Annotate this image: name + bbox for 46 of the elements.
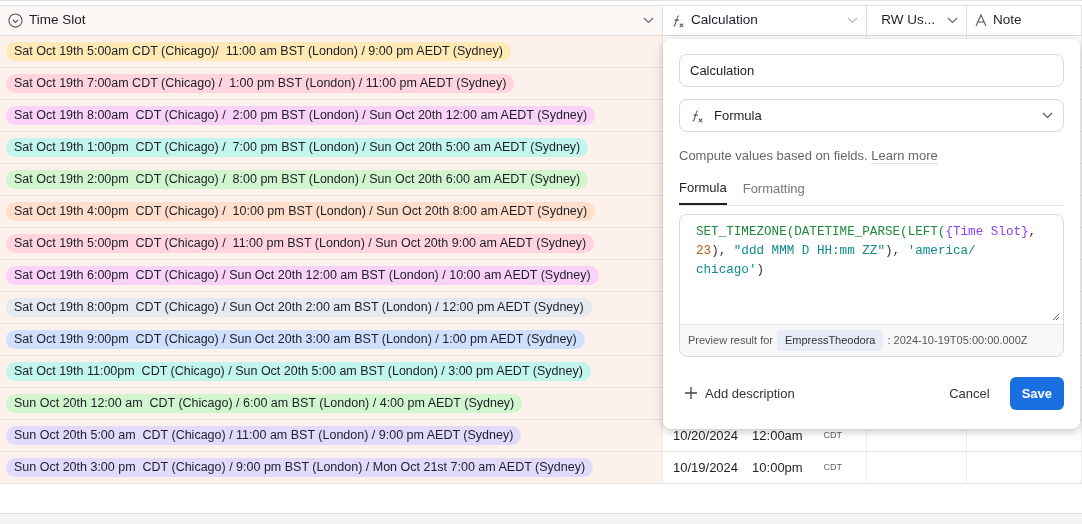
learn-more-link[interactable]: Learn more <box>871 148 938 164</box>
time-slot-tag: Sat Oct 19th 5:00pm CDT (Chicago) / 11:00 pm BST (London) / Sun Oct 20th 9:00 am AEDT (Sydney) <box>6 234 595 253</box>
time-slot-tag: Sat Oct 19th 8:00pm CDT (Chicago) / Sun Oct 20th 2:00 am BST (London) / 12:00 pm AEDT (Sydney) <box>6 298 592 317</box>
time-slot-tag: Sun Oct 20th 5:00 am CDT (Chicago) / 11:00 am BST (London) / 9:00 pm AEDT (Sydney) <box>6 426 522 445</box>
preview-value: : 2024-10-19T05:00:00.000Z <box>887 333 1028 348</box>
time-slot-tag: Sat Oct 19th 8:00am CDT (Chicago) / 2:00 pm BST (London) / Sun Oct 20th 12:00 am AEDT (Sydney) <box>6 106 596 125</box>
column-title: Time Slot <box>29 11 86 30</box>
time-slot-tag: Sat Oct 19th 2:00pm CDT (Chicago) / 8:00 pm BST (London) / Sun Oct 20th 6:00 am AEDT (Sydney) <box>6 170 589 189</box>
column-title: Calculation <box>691 11 758 30</box>
formula-editor[interactable]: SET_TIMEZONE(DATETIME_PARSE(LEFT({Time Slot}, 23), "ddd MMM D HH:mm ZZ"), 'america/ chicago') Preview result for EmpressTheodora : 2024-10-19T05:00:00.000Z <box>679 214 1064 357</box>
formula-icon <box>690 108 704 123</box>
time-slot-tag: Sat Oct 19th 11:00pm CDT (Chicago) / Sun Oct 20th 5:00 am BST (London) / 3:00 pm AEDT (Sydney) <box>6 362 591 381</box>
plus-icon <box>685 387 697 400</box>
resize-handle-icon[interactable] <box>1052 313 1060 321</box>
date-value: 10/20/2024 <box>673 426 739 445</box>
chevron-down-icon <box>1042 112 1053 119</box>
preview-label: Preview result for <box>688 333 773 348</box>
time-value: 10:00pm <box>752 458 803 477</box>
chevron-down-icon[interactable] <box>643 17 654 24</box>
time-slot-tag: Sun Oct 20th 12:00 am CDT (Chicago) / 6:00 am BST (London) / 4:00 pm AEDT (Sydney) <box>6 394 523 413</box>
field-name-input[interactable]: Calculation <box>679 54 1064 87</box>
add-description-button[interactable]: Add description <box>679 382 801 404</box>
formula-icon <box>671 13 685 28</box>
field-type-select[interactable]: Formula <box>679 99 1064 132</box>
help-text: Compute values based on fields. <box>679 148 868 163</box>
chevron-circle-icon <box>8 13 23 28</box>
time-value: 12:00am <box>752 426 803 445</box>
editor-tab[interactable]: Formula <box>679 177 727 205</box>
record-chip[interactable]: EmpressTheodora <box>777 330 884 351</box>
column-title: RW Us... <box>881 11 935 30</box>
time-slot-tag: Sat Oct 19th 9:00pm CDT (Chicago) / Sun Oct 20th 3:00 am BST (London) / 1:00 pm AEDT (Sydney) <box>6 330 585 349</box>
column-title: Note <box>993 11 1022 30</box>
time-slot-tag: Sat Oct 19th 7:00am CDT (Chicago) / 1:00 pm BST (London) / 11:00 pm AEDT (Sydney) <box>6 74 515 93</box>
time-slot-tag: Sat Oct 19th 4:00pm CDT (Chicago) / 10:00 pm BST (London) / Sun Oct 20th 8:00 am AEDT (Sydney) <box>6 202 596 221</box>
cancel-button[interactable]: Cancel <box>943 382 996 404</box>
text-type-icon <box>975 14 987 27</box>
time-slot-tag: Sun Oct 20th 3:00 pm CDT (Chicago) / 9:00 pm BST (London) / Mon Oct 21st 7:00 am AEDT (Sydney) <box>6 458 594 477</box>
date-value: 10/19/2024 <box>673 458 739 477</box>
timezone-label: CDT <box>823 428 842 442</box>
chevron-down-icon[interactable] <box>947 17 958 24</box>
time-slot-tag: Sat Oct 19th 1:00pm CDT (Chicago) / 7:00 pm BST (London) / Sun Oct 20th 5:00 am AEDT (Sydney) <box>6 138 589 157</box>
time-slot-tag: Sat Oct 19th 6:00pm CDT (Chicago) / Sun Oct 20th 12:00 am BST (London) / 10:00 am AEDT (Sydney) <box>6 266 599 285</box>
editor-tab[interactable]: Formatting <box>742 177 805 205</box>
time-slot-tag: Sat Oct 19th 5:00am CDT (Chicago)/ 11:00 am BST (London) / 9:00 pm AEDT (Sydney) <box>6 42 511 61</box>
save-button[interactable]: Save <box>1009 376 1064 410</box>
timezone-label: CDT <box>823 460 842 474</box>
